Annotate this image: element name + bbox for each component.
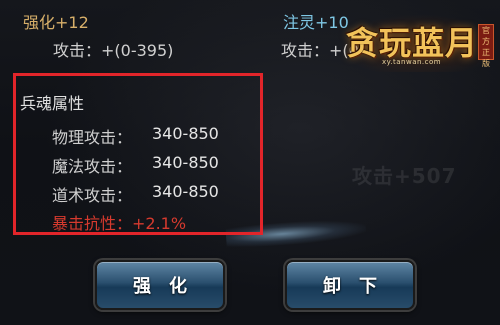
soul-stat-value: 340-850 xyxy=(152,124,219,143)
soul-stat-name: 物理攻击： xyxy=(52,128,133,147)
enhance-attack-bonus: 攻击：+(0-395) xyxy=(53,41,174,60)
background-faded-text: 攻击+507 xyxy=(352,164,457,188)
soul-stat-name: 魔法攻击： xyxy=(52,157,133,176)
item-tooltip-panel: 强化+12 注灵+10 攻击：+(0-395) 攻击：+(0- 贪玩蓝月 xy.… xyxy=(0,0,500,325)
soul-attributes-title: 兵魂属性 xyxy=(20,94,85,113)
game-logo: 贪玩蓝月 xy.tanwan.com 官方正版 xyxy=(338,14,500,72)
soul-stat-value: 340-850 xyxy=(152,182,219,201)
enhance-button[interactable]: 强化 xyxy=(95,260,225,310)
soul-stat-value: 340-850 xyxy=(152,153,219,172)
crit-resist-stat: 暴击抗性：+2.1% xyxy=(52,214,187,233)
logo-seal: 官方正版 xyxy=(478,24,494,68)
soul-stat-name: 道术攻击： xyxy=(52,186,133,205)
logo-url: xy.tanwan.com xyxy=(382,58,442,66)
enhance-level-label: 强化+12 xyxy=(23,13,89,32)
unequip-button[interactable]: 卸下 xyxy=(285,260,415,310)
